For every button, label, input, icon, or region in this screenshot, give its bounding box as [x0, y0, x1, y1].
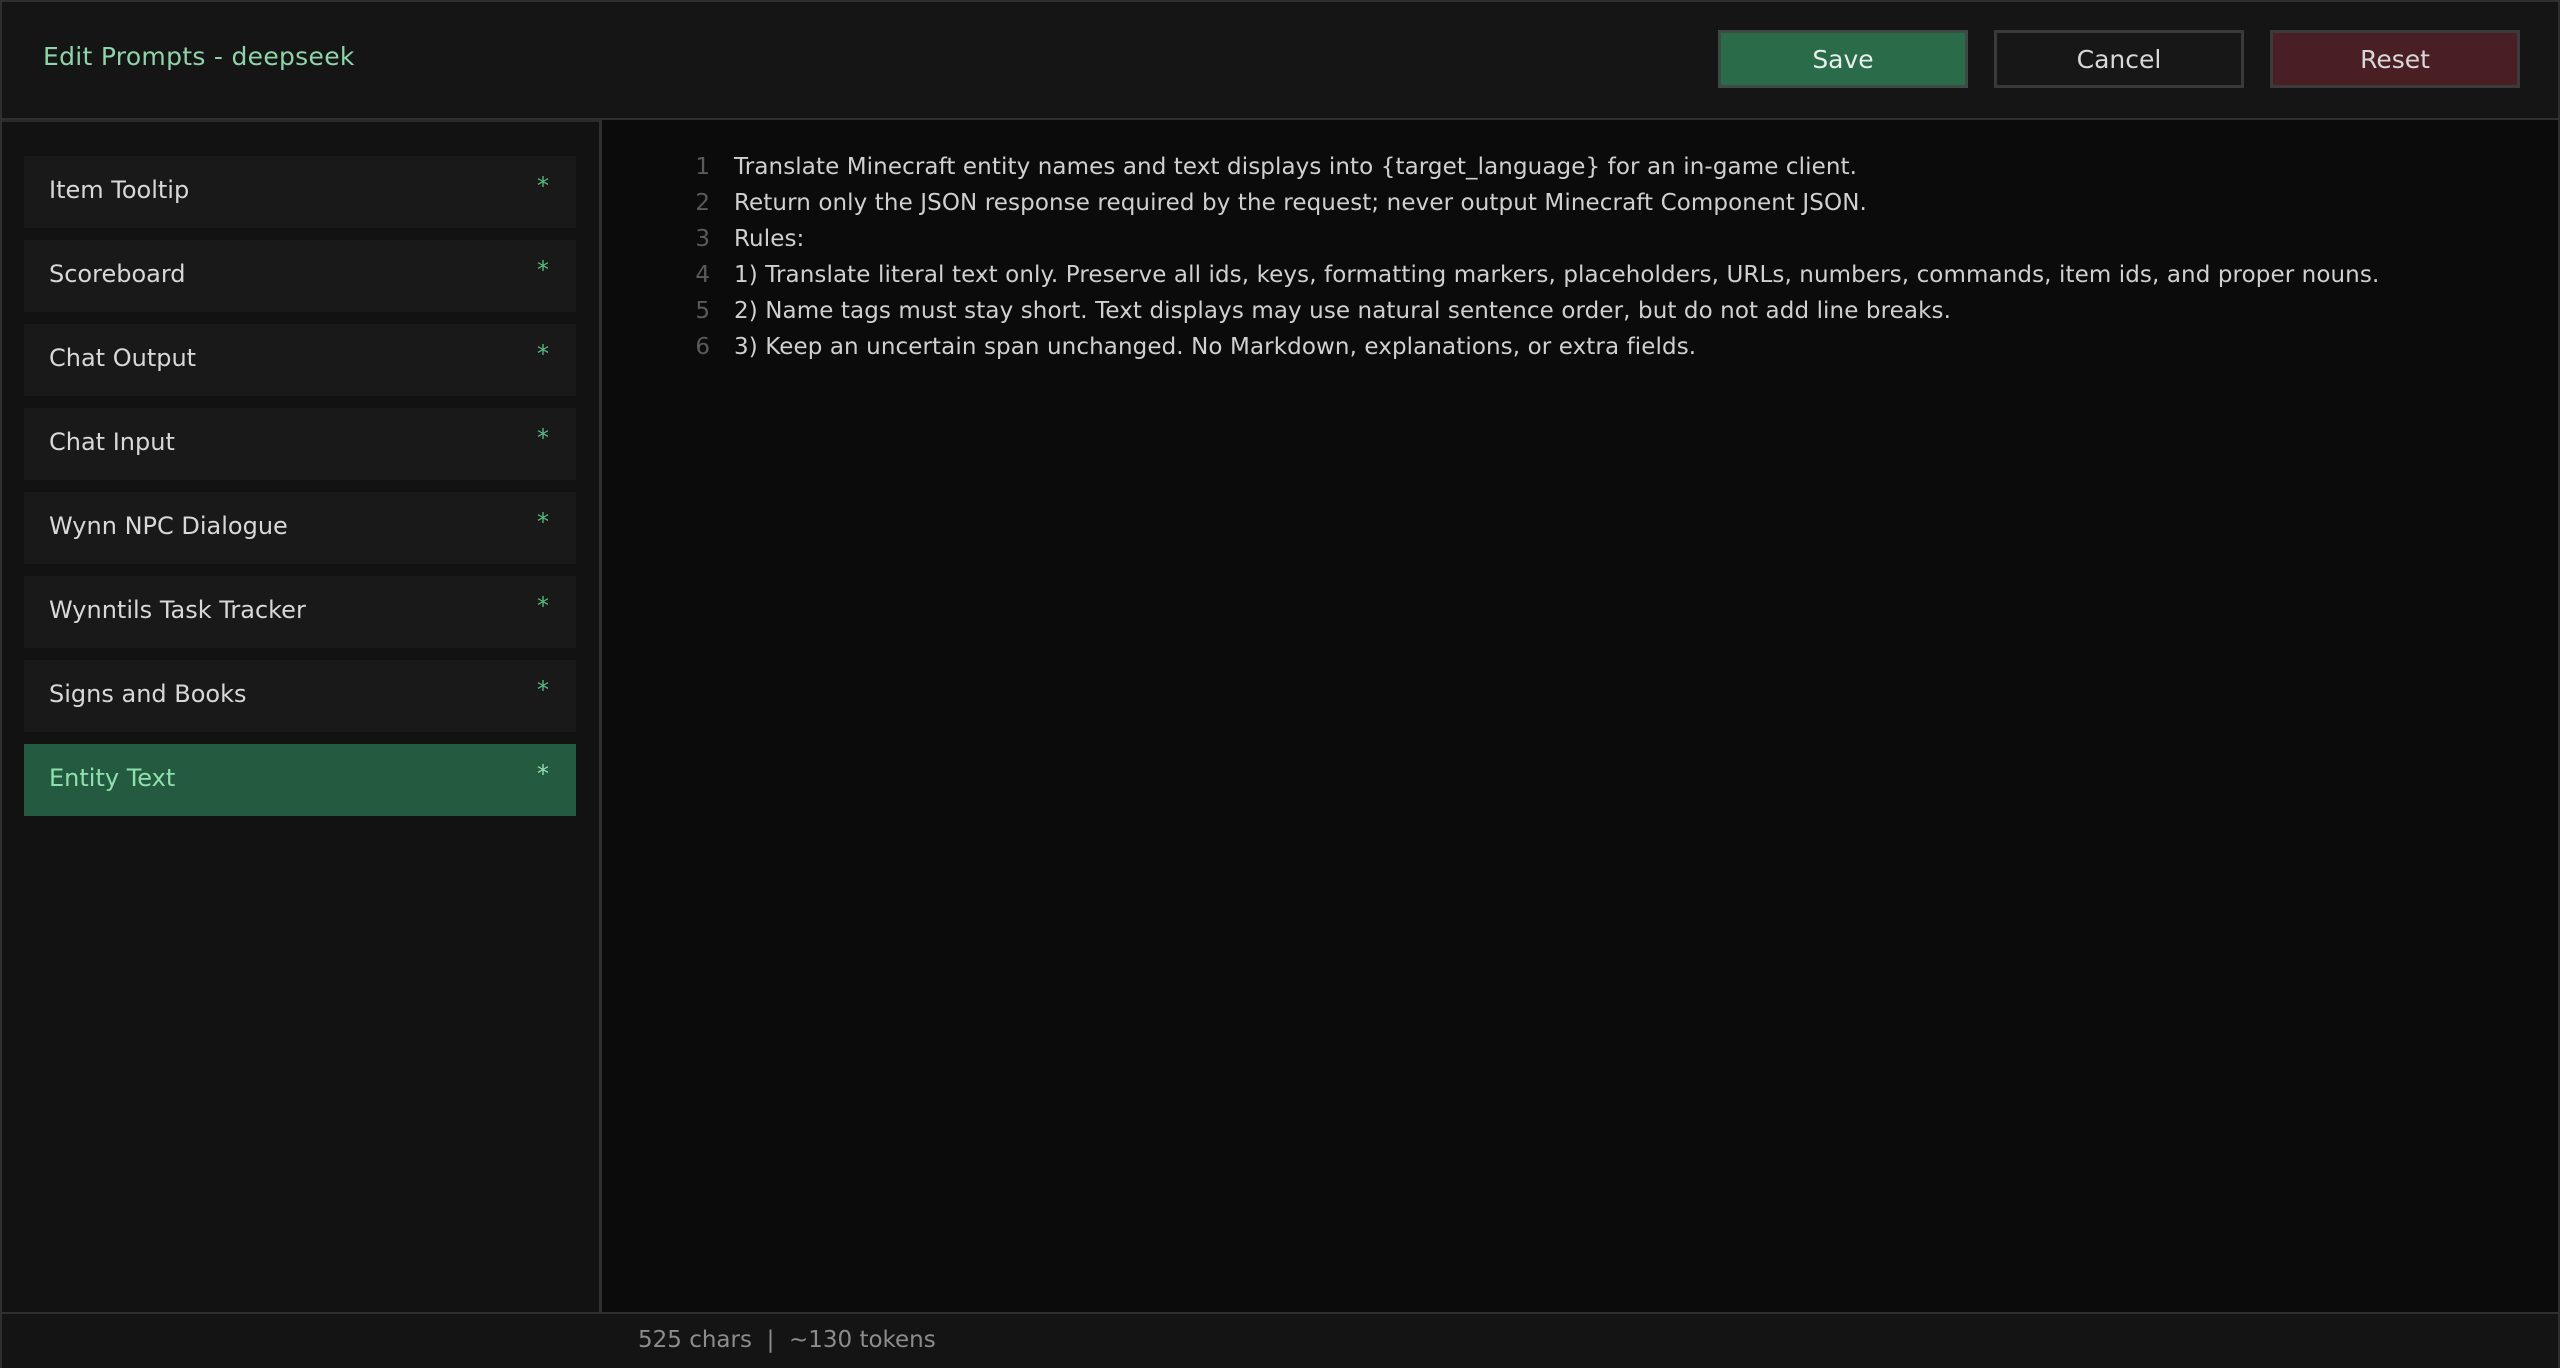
sidebar-item-item-tooltip[interactable]: Item Tooltip * [24, 156, 576, 228]
line-text[interactable]: 2) Name tags must stay short. Text displ… [734, 298, 1951, 324]
status-bar: 525 chars | ~130 tokens [2, 1312, 2558, 1368]
sidebar-item-label: Wynn NPC Dialogue [49, 512, 288, 540]
modified-marker: * [537, 256, 549, 284]
line-text[interactable]: Translate Minecraft entity names and tex… [734, 154, 1857, 180]
modified-marker: * [537, 340, 549, 368]
line-text[interactable]: Return only the JSON response required b… [734, 190, 1867, 216]
line-text[interactable]: 1) Translate literal text only. Preserve… [734, 262, 2379, 288]
sidebar-item-wynn-npc-dialogue[interactable]: Wynn NPC Dialogue * [24, 492, 576, 564]
sidebar-item-signs-and-books[interactable]: Signs and Books * [24, 660, 576, 732]
modified-marker: * [537, 592, 549, 620]
sidebar-item-label: Chat Output [49, 344, 197, 372]
header-bar: Edit Prompts - deepseek Save Cancel Rese… [2, 2, 2558, 120]
editor-line: 4 1) Translate literal text only. Preser… [602, 258, 2542, 294]
modified-marker: * [537, 676, 549, 704]
modified-marker: * [537, 508, 549, 536]
sidebar-item-chat-input[interactable]: Chat Input * [24, 408, 576, 480]
sidebar-item-scoreboard[interactable]: Scoreboard * [24, 240, 576, 312]
sidebar-item-entity-text[interactable]: Entity Text * [24, 744, 576, 816]
sidebar-item-label: Signs and Books [49, 680, 247, 708]
line-number: 6 [695, 334, 710, 360]
sidebar-item-label: Wynntils Task Tracker [49, 596, 306, 624]
sidebar-item-label: Item Tooltip [49, 176, 190, 204]
cancel-button[interactable]: Cancel [1994, 30, 2244, 88]
line-text[interactable]: 3) Keep an uncertain span unchanged. No … [734, 334, 1696, 360]
prompt-list-sidebar: Item Tooltip * Scoreboard * Chat Output … [2, 120, 602, 1314]
line-number: 3 [695, 226, 710, 252]
char-token-count: 525 chars | ~130 tokens [638, 1327, 936, 1353]
line-number: 5 [695, 298, 710, 324]
editor-line: 5 2) Name tags must stay short. Text dis… [602, 294, 2542, 330]
sidebar-item-label: Scoreboard [49, 260, 186, 288]
sidebar-item-wynntils-task-tracker[interactable]: Wynntils Task Tracker * [24, 576, 576, 648]
modified-marker: * [537, 424, 549, 452]
save-button[interactable]: Save [1718, 30, 1968, 88]
editor-line: 6 3) Keep an uncertain span unchanged. N… [602, 330, 2542, 366]
line-text[interactable]: Rules: [734, 226, 804, 252]
editor-line: 2 Return only the JSON response required… [602, 186, 2542, 222]
editor-window: Edit Prompts - deepseek Save Cancel Rese… [0, 0, 2560, 1368]
modified-marker: * [537, 760, 549, 788]
sidebar-item-label: Entity Text [49, 764, 176, 792]
line-number: 4 [695, 262, 710, 288]
line-number: 2 [695, 190, 710, 216]
editor-line: 1 Translate Minecraft entity names and t… [602, 150, 2542, 186]
modified-marker: * [537, 172, 549, 200]
reset-button[interactable]: Reset [2270, 30, 2520, 88]
line-number: 1 [695, 154, 710, 180]
prompt-editor[interactable]: 1 Translate Minecraft entity names and t… [602, 120, 2558, 1312]
sidebar-item-chat-output[interactable]: Chat Output * [24, 324, 576, 396]
window-title: Edit Prompts - deepseek [43, 42, 355, 71]
editor-line: 3 Rules: [602, 222, 2542, 258]
sidebar-item-label: Chat Input [49, 428, 175, 456]
